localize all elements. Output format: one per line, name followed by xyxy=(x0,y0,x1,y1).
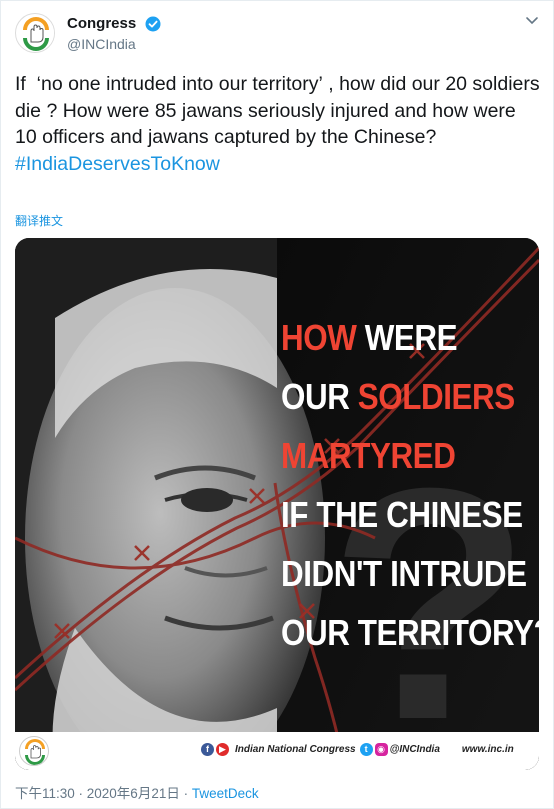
headline-line-1: HOW WERE xyxy=(281,308,503,367)
headline-word-soldiers: SOLDIERS xyxy=(357,376,515,417)
display-name[interactable]: Congress xyxy=(67,15,136,32)
tweet-text: If ‘no one intruded into our territory’ … xyxy=(15,71,541,177)
tweet-card: Congress @INCIndia If ‘no one intruded i… xyxy=(0,0,554,809)
congress-hand-icon xyxy=(25,739,45,765)
headline-line-5: DIDN'T INTRUDE xyxy=(281,544,527,603)
instagram-icon: ◉ xyxy=(374,743,388,756)
headline-text: OUR TERRITORY? xyxy=(281,612,539,653)
avatar[interactable] xyxy=(15,13,55,53)
headline-word-how: HOW xyxy=(281,317,357,358)
youtube-icon: ▶ xyxy=(216,743,229,756)
headline-text: DIDN'T INTRUDE xyxy=(281,553,527,594)
translate-tweet-link[interactable]: 翻译推文 xyxy=(15,212,63,229)
inc-logo xyxy=(19,736,49,766)
hashtag-link[interactable]: #IndiaDeservesToKnow xyxy=(15,153,220,175)
facebook-icon: f xyxy=(201,743,214,756)
handle[interactable]: @INCIndia xyxy=(67,36,161,52)
chevron-down-icon[interactable] xyxy=(525,13,539,27)
footer-social-handle: @INCIndia xyxy=(389,744,440,755)
tweet-meta: 下午11:30 · 2020年6月21日 · TweetDeck xyxy=(15,782,259,802)
footer-org-name: Indian National Congress xyxy=(235,744,356,755)
congress-hand-logo xyxy=(17,15,54,52)
tweet-source-link[interactable]: TweetDeck xyxy=(192,786,259,801)
author-names: Congress @INCIndia xyxy=(67,15,161,52)
headline-line-2: OUR SOLDIERS xyxy=(281,367,515,426)
tweet-media-image[interactable]: ? HOW WERE OUR SOLDIERS MARTYRED IF THE … xyxy=(15,238,539,770)
headline-line-3: MARTYRED xyxy=(281,426,503,485)
poster-headline: HOW WERE OUR SOLDIERS MARTYRED IF THE CH… xyxy=(281,308,539,662)
tweet-timestamp[interactable]: 下午11:30 · 2020年6月21日 · xyxy=(15,786,192,801)
headline-text: IF THE CHINESE xyxy=(281,494,523,535)
headline-word-were: WERE xyxy=(356,317,458,358)
tweet-body: If ‘no one intruded into our territory’ … xyxy=(15,73,540,148)
tweet-header: Congress @INCIndia xyxy=(15,11,541,55)
headline-word-martyred: MARTYRED xyxy=(281,435,456,476)
headline-word-our: OUR xyxy=(281,376,358,417)
headline-line-4: IF THE CHINESE xyxy=(281,485,523,544)
poster-footer-bar: f ▶ Indian National Congress t ◉ @INCInd… xyxy=(15,732,539,770)
verified-badge-icon xyxy=(145,16,161,32)
poster-footer-content: f ▶ Indian National Congress t ◉ @INCInd… xyxy=(201,743,514,756)
twitter-icon: t xyxy=(359,743,373,756)
footer-website: www.inc.in xyxy=(461,744,514,755)
headline-line-6: OUR TERRITORY? xyxy=(281,603,539,662)
